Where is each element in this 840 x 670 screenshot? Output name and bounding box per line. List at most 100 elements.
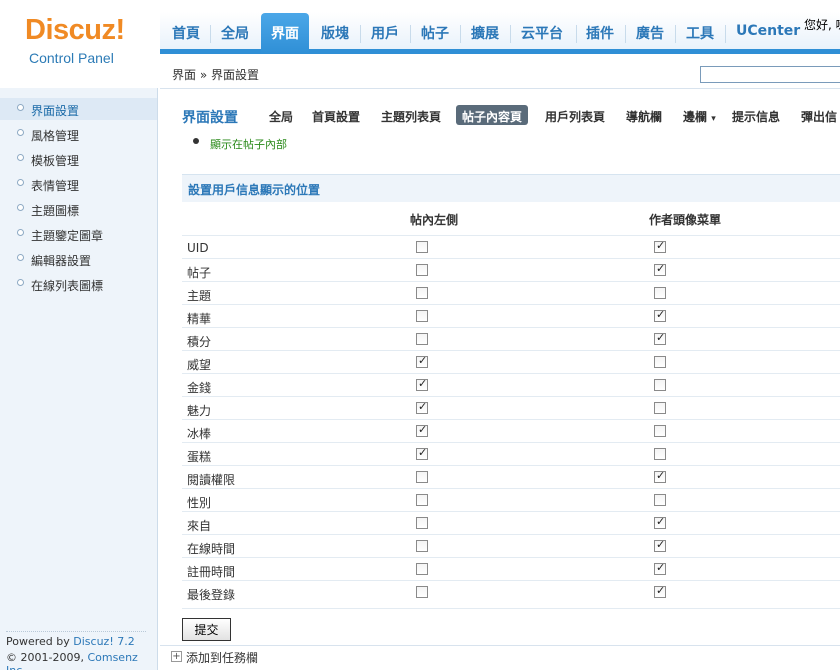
sidebar: 界面設置 風格管理 模板管理 表情管理 主題圖標 主題鑒定圖章 編輯器設置 在線… <box>0 88 158 670</box>
nav-divider <box>725 25 726 43</box>
bullet-icon <box>17 104 24 111</box>
row-label: 在線時間 <box>187 542 236 556</box>
sidebar-item-label: 風格管理 <box>31 129 80 143</box>
tab-homepage[interactable]: 首頁設置 <box>312 105 360 125</box>
tab-popups[interactable]: 彈出信 <box>801 105 837 125</box>
nav-cloud[interactable]: 云平台 <box>521 23 563 51</box>
row-label: 金錢 <box>187 381 212 395</box>
sidebar-item-editor[interactable]: 編輯器設置 <box>0 248 157 270</box>
checkbox-avatar-menu[interactable] <box>654 287 666 299</box>
checkbox-avatar-menu[interactable] <box>654 331 666 345</box>
sidebar-item-interface-settings[interactable]: 界面設置 <box>0 98 157 120</box>
nav-extensions[interactable]: 擴展 <box>471 23 499 51</box>
tip-text: 顯示在帖子內部 <box>210 138 287 151</box>
table-row: 精華 <box>182 304 840 327</box>
nav-interface[interactable]: 界面 <box>261 13 309 54</box>
checkbox-avatar-menu[interactable] <box>654 262 666 276</box>
column-header-left: 帖內左側 <box>410 213 459 227</box>
checkbox-avatar-menu[interactable] <box>654 379 666 391</box>
row-label: 閱讀權限 <box>187 473 236 487</box>
nav-divider <box>360 25 361 43</box>
submit-button[interactable]: 提交 <box>182 618 231 641</box>
sidebar-item-templates[interactable]: 模板管理 <box>0 148 157 170</box>
section-title: 設置用戶信息顯示的位置 <box>188 183 321 197</box>
checkbox-left-side[interactable] <box>416 287 428 299</box>
nav-forums[interactable]: 版塊 <box>321 23 349 51</box>
sidebar-item-styles[interactable]: 風格管理 <box>0 123 157 145</box>
search-input[interactable] <box>700 66 840 83</box>
checkbox-left-side[interactable] <box>416 423 428 437</box>
logo[interactable]: Discuz! Control Panel <box>0 0 160 88</box>
nav-tools[interactable]: 工具 <box>686 23 714 51</box>
logo-title: Discuz! <box>25 14 125 46</box>
tab-sidebar-label: 邊欄 <box>683 110 708 124</box>
checkbox-avatar-menu[interactable] <box>654 469 666 483</box>
checkbox-left-side[interactable] <box>416 264 428 276</box>
nav-ads[interactable]: 廣告 <box>636 23 664 51</box>
sidebar-item-stamps[interactable]: 主題鑒定圖章 <box>0 223 157 245</box>
row-label: 主題 <box>187 289 212 303</box>
checkbox-avatar-menu[interactable] <box>654 584 666 598</box>
checkbox-left-side[interactable] <box>416 586 428 598</box>
tab-sidebar[interactable]: 邊欄 ▾ <box>683 105 716 125</box>
table-row: 魅力 <box>182 396 840 419</box>
checkbox-avatar-menu[interactable] <box>654 448 666 460</box>
table-row: 註冊時間 <box>182 557 840 580</box>
plus-icon[interactable]: + <box>171 651 182 662</box>
nav-global[interactable]: 全局 <box>221 23 249 51</box>
checkbox-avatar-menu[interactable] <box>654 308 666 322</box>
tab-global[interactable]: 全局 <box>269 105 293 125</box>
tab-prompts[interactable]: 提示信息 <box>732 105 780 125</box>
sidebar-item-smilies[interactable]: 表情管理 <box>0 173 157 195</box>
checkbox-avatar-menu[interactable] <box>654 538 666 552</box>
checkbox-left-side[interactable] <box>416 563 428 575</box>
table-bottom-border <box>182 608 840 609</box>
checkbox-avatar-menu[interactable] <box>654 494 666 506</box>
bottom-bar: + 添加到任務欄 <box>160 645 840 667</box>
nav-plugins[interactable]: 插件 <box>586 23 614 51</box>
table-row: 金錢 <box>182 373 840 396</box>
top-nav: 首頁 全局 界面 版塊 用戶 帖子 擴展 云平台 插件 廣告 工具 UCente… <box>160 12 840 54</box>
tab-thread-view[interactable]: 帖子內容頁 <box>456 105 529 125</box>
nav-divider <box>576 25 577 43</box>
nav-ucenter[interactable]: UCenter <box>736 23 800 51</box>
table-row: UID <box>182 235 840 258</box>
table-row: 來自 <box>182 511 840 534</box>
checkbox-avatar-menu[interactable] <box>654 425 666 437</box>
sidebar-item-online-icons[interactable]: 在線列表圖標 <box>0 273 157 295</box>
checkbox-left-side[interactable] <box>416 400 428 414</box>
checkbox-left-side[interactable] <box>416 446 428 460</box>
checkbox-left-side[interactable] <box>416 494 428 506</box>
user-greeting: 您好, 喇 <box>804 18 840 32</box>
nav-home[interactable]: 首頁 <box>172 23 200 51</box>
nav-divider <box>510 25 511 43</box>
checkbox-avatar-menu[interactable] <box>654 561 666 575</box>
table-row: 主題 <box>182 281 840 304</box>
row-label: 冰棒 <box>187 427 212 441</box>
checkbox-left-side[interactable] <box>416 377 428 391</box>
tab-navbar[interactable]: 導航欄 <box>626 105 662 125</box>
checkbox-left-side[interactable] <box>416 540 428 552</box>
discuz-link[interactable]: Discuz! 7.2 <box>73 635 134 648</box>
checkbox-left-side[interactable] <box>416 471 428 483</box>
row-label: 來自 <box>187 519 212 533</box>
checkbox-avatar-menu[interactable] <box>654 356 666 368</box>
checkbox-left-side[interactable] <box>416 310 428 322</box>
nav-divider <box>675 25 676 43</box>
nav-threads[interactable]: 帖子 <box>421 23 449 51</box>
checkbox-avatar-menu[interactable] <box>654 239 666 253</box>
nav-users[interactable]: 用戶 <box>371 23 399 51</box>
row-label: 帖子 <box>187 266 212 280</box>
checkbox-left-side[interactable] <box>416 241 428 253</box>
checkbox-avatar-menu[interactable] <box>654 402 666 414</box>
tab-member-list[interactable]: 用戶列表頁 <box>545 105 605 125</box>
sidebar-item-label: 主題鑒定圖章 <box>31 229 104 243</box>
tab-thread-list[interactable]: 主題列表頁 <box>381 105 441 125</box>
checkbox-avatar-menu[interactable] <box>654 515 666 529</box>
checkbox-left-side[interactable] <box>416 354 428 368</box>
checkbox-left-side[interactable] <box>416 333 428 345</box>
add-to-taskbar-link[interactable]: 添加到任務欄 <box>186 649 258 666</box>
sidebar-item-thread-icons[interactable]: 主題圖標 <box>0 198 157 220</box>
tip-icon <box>193 138 199 144</box>
checkbox-left-side[interactable] <box>416 517 428 529</box>
